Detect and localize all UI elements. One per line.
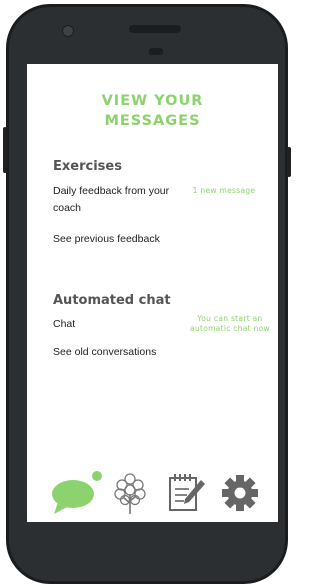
start-chat-note: You can start an automatic chat now [179, 314, 278, 334]
nav-tree-button[interactable] [112, 470, 148, 516]
tree-icon [114, 473, 146, 514]
automated-chat-heading: Automated chat [53, 293, 171, 308]
proximity-sensor [149, 48, 163, 55]
gear-icon [222, 475, 258, 511]
notepad-icon [169, 474, 205, 511]
volume-button [3, 127, 7, 173]
chat-bubble-icon [52, 471, 102, 514]
start-chat-note-line1: You can start an [197, 314, 263, 323]
see-old-conversations-link[interactable]: See old conversations [53, 344, 156, 361]
daily-feedback-label-line2: coach [53, 202, 82, 214]
nav-notes-button[interactable] [167, 472, 207, 514]
see-previous-feedback-link[interactable]: See previous feedback [53, 231, 160, 248]
bottom-nav [27, 464, 278, 522]
start-chat-note-line2: automatic chat now [190, 324, 270, 333]
power-button [287, 147, 291, 177]
exercises-heading: Exercises [53, 159, 122, 174]
notification-dot [92, 471, 102, 481]
app-screen: VIEW YOUR MESSAGES Exercises Daily feedb… [27, 64, 278, 522]
daily-feedback-link[interactable]: Daily feedback from your coach [53, 183, 193, 217]
nav-settings-button[interactable] [221, 474, 259, 512]
new-message-badge: 1 new message [192, 186, 256, 195]
earpiece-speaker [129, 25, 181, 33]
page-title-line1: VIEW YOUR [101, 93, 204, 109]
front-camera [62, 25, 74, 37]
chat-link[interactable]: Chat [53, 316, 75, 333]
daily-feedback-label-line1: Daily feedback from your [53, 185, 170, 197]
nav-messages-button[interactable] [49, 468, 105, 516]
page-title-line2: MESSAGES [104, 113, 201, 129]
